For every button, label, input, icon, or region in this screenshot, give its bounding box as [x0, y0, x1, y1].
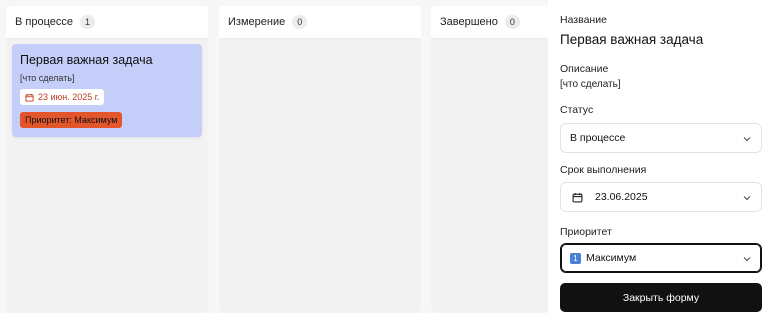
column-header: Измерение 0	[219, 6, 421, 38]
status-select-value: В процессе	[570, 132, 626, 144]
due-date-value: 23.06.2025	[595, 191, 648, 203]
column-header: Завершено 0	[431, 6, 548, 38]
title-value[interactable]: Первая важная задача	[560, 32, 756, 47]
status-label: Статус	[560, 104, 594, 116]
column-count-badge: 0	[504, 15, 520, 29]
column-title: Завершено	[440, 16, 498, 28]
chevron-down-icon	[743, 137, 751, 142]
task-card-title: Первая важная задача	[20, 53, 153, 67]
title-label: Название	[560, 14, 607, 26]
due-date-chip: 23 июн. 2025 г.	[20, 89, 105, 105]
close-form-button[interactable]: Закрыть форму	[560, 283, 762, 312]
column-count-badge: 1	[80, 15, 95, 29]
description-value[interactable]: [что сделать]	[560, 79, 756, 90]
keycap-one-icon: 1	[570, 252, 581, 264]
column-header: В процессе 1	[6, 6, 208, 38]
due-date-label: Срок выполнения	[560, 164, 647, 176]
priority-chip: Приоритет: Максимум	[20, 111, 123, 128]
chevron-down-icon	[743, 196, 751, 201]
column-in-progress: В процессе 1 Первая важная задача [что с…	[6, 6, 208, 313]
chevron-down-icon	[743, 257, 751, 262]
due-date-text: 23 июн. 2025 г.	[38, 92, 100, 102]
priority-select[interactable]: 1 Максимум	[560, 243, 762, 273]
task-card-description: [что сделать]	[20, 73, 75, 83]
status-select[interactable]: В процессе	[560, 123, 762, 153]
calendar-icon	[25, 93, 34, 102]
column-done: Завершено 0	[431, 6, 548, 313]
priority-select-value: Максимум	[586, 252, 637, 264]
column-count-badge: 0	[292, 15, 308, 29]
priority-label: Приоритет	[560, 226, 612, 238]
due-date-picker[interactable]: 23.06.2025	[560, 182, 762, 212]
column-title: Измерение	[228, 16, 286, 28]
description-label: Описание	[560, 63, 609, 75]
calendar-icon	[572, 192, 583, 202]
task-edit-panel: Название Первая важная задача Описание […	[548, 0, 768, 313]
kanban-board: В процессе 1 Первая важная задача [что с…	[0, 0, 548, 313]
column-title: В процессе	[15, 16, 73, 28]
task-card[interactable]: Первая важная задача [что сделать] 23 ию…	[12, 44, 202, 137]
column-measurement: Измерение 0	[219, 6, 421, 313]
